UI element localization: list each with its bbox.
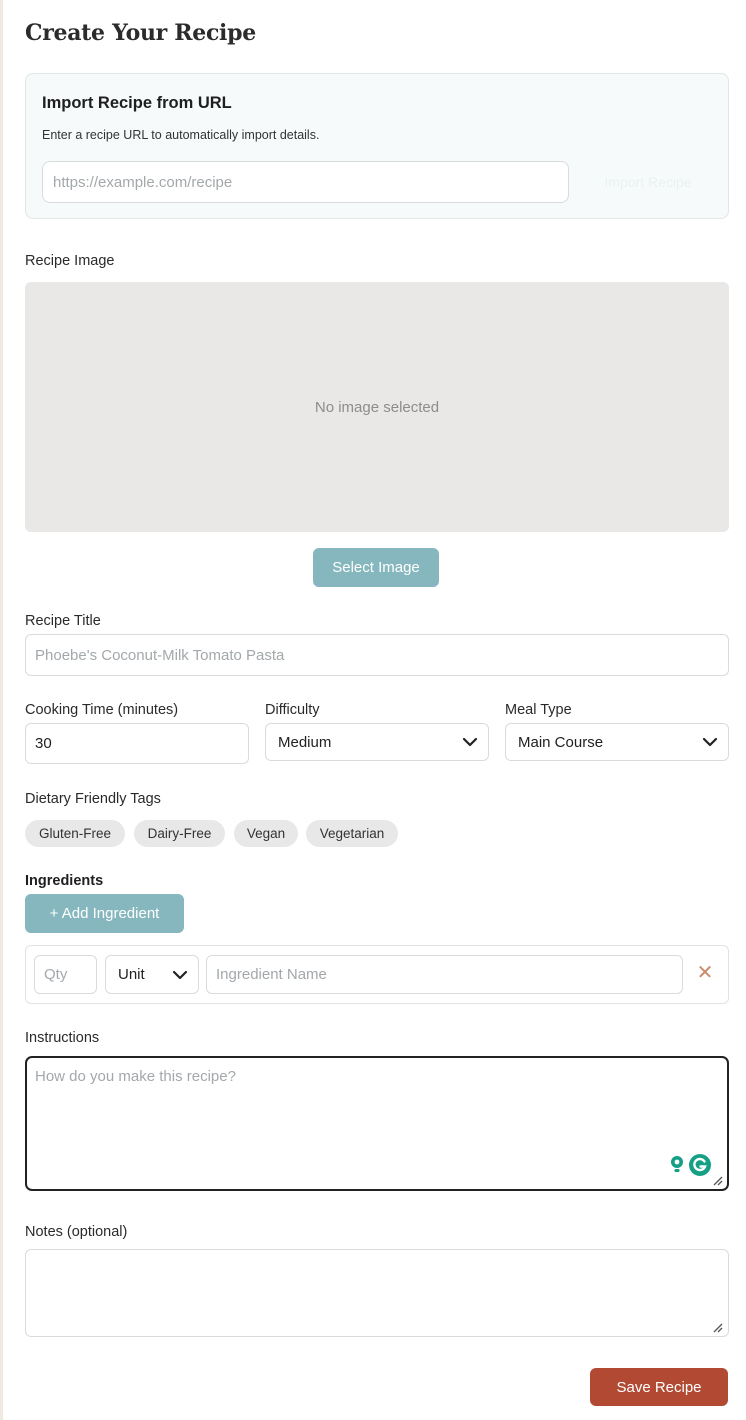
cooking-time-input[interactable]	[25, 723, 249, 764]
import-recipe-button[interactable]: Import Recipe	[578, 164, 718, 200]
ingredient-name-input[interactable]	[206, 955, 683, 994]
meal-type-select[interactable]: Main Course	[505, 723, 729, 761]
meal-type-value: Main Course	[518, 733, 604, 751]
save-recipe-button[interactable]: Save Recipe	[590, 1368, 728, 1406]
page-left-border	[0, 0, 3, 1420]
dietary-tags-label: Dietary Friendly Tags	[25, 791, 161, 807]
chevron-down-icon	[172, 970, 188, 979]
import-title: Import Recipe from URL	[42, 94, 232, 112]
meal-type-label: Meal Type	[505, 702, 572, 718]
ingredient-qty-input[interactable]	[34, 955, 97, 994]
difficulty-select[interactable]: Medium	[265, 723, 489, 761]
tag-gluten-free[interactable]: Gluten-Free	[25, 820, 125, 847]
notes-textarea[interactable]	[25, 1249, 729, 1337]
select-image-button[interactable]: Select Image	[313, 548, 439, 587]
chevron-down-icon	[702, 737, 718, 747]
tag-dairy-free[interactable]: Dairy-Free	[134, 820, 225, 847]
difficulty-label: Difficulty	[265, 702, 320, 718]
resize-handle-icon[interactable]	[711, 1174, 723, 1186]
recipe-url-input[interactable]	[42, 161, 569, 203]
image-preview-area: No image selected	[25, 282, 729, 532]
import-recipe-panel: Import Recipe from URL Enter a recipe UR…	[25, 73, 729, 219]
grammarly-widget[interactable]	[664, 1151, 716, 1179]
chevron-down-icon	[462, 737, 478, 747]
recipe-title-input[interactable]	[25, 634, 729, 676]
grammarly-icon	[688, 1154, 711, 1176]
lightbulb-icon	[670, 1156, 683, 1172]
cooking-time-label: Cooking Time (minutes)	[25, 702, 179, 718]
instructions-label: Instructions	[25, 1030, 100, 1046]
ingredient-unit-select[interactable]: Unit	[105, 955, 199, 994]
ingredients-label: Ingredients	[25, 873, 104, 889]
tag-vegan[interactable]: Vegan	[234, 820, 298, 847]
resize-handle-icon[interactable]	[711, 1321, 723, 1333]
difficulty-value: Medium	[278, 733, 332, 751]
no-image-text: No image selected	[314, 398, 440, 416]
unit-value: Unit	[118, 966, 145, 983]
page-title: Create Your Recipe	[25, 20, 256, 46]
import-description: Enter a recipe URL to automatically impo…	[42, 128, 320, 142]
recipe-image-label: Recipe Image	[25, 253, 115, 269]
add-ingredient-button[interactable]: + Add Ingredient	[25, 894, 184, 933]
instructions-textarea[interactable]	[25, 1056, 729, 1191]
recipe-title-label: Recipe Title	[25, 613, 101, 629]
remove-ingredient-icon[interactable]: ✕	[694, 962, 716, 984]
notes-label: Notes (optional)	[25, 1224, 128, 1240]
tag-vegetarian[interactable]: Vegetarian	[306, 820, 398, 847]
